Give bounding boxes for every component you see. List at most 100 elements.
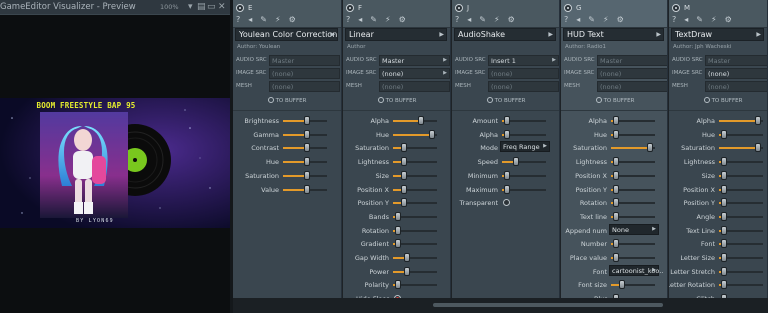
slider-knob[interactable] [395, 239, 401, 248]
param-select[interactable]: Freq Range ▶ [500, 141, 550, 152]
zoom-level[interactable]: 100% [160, 3, 179, 11]
slider-knob[interactable] [721, 171, 727, 180]
slider-knob[interactable] [404, 267, 410, 276]
slider-knob[interactable] [613, 171, 619, 180]
plugin-name-select[interactable]: HUD Text ▶ [563, 28, 664, 41]
wrench-icon[interactable]: ✎ [370, 15, 377, 25]
slider-knob[interactable] [613, 239, 619, 248]
slider-knob[interactable] [418, 116, 424, 125]
scrollbar-thumb[interactable] [433, 303, 663, 307]
plugin-name-select[interactable]: AudioShake ▶ [454, 28, 556, 41]
image-src-select[interactable]: (none) ▶ [379, 68, 450, 79]
wrench-icon[interactable]: ✎ [479, 15, 486, 25]
audio-src-select[interactable]: Master [269, 55, 340, 66]
settings-icon[interactable]: ⚙ [399, 15, 406, 25]
help-icon[interactable]: ? [346, 15, 350, 25]
slider-knob[interactable] [721, 280, 727, 289]
slider-knob[interactable] [504, 185, 510, 194]
plugin-name-select[interactable]: Linear ▶ [345, 28, 447, 41]
slider-knob[interactable] [395, 280, 401, 289]
minimize-icon[interactable]: ▭ [207, 2, 216, 12]
param-select[interactable]: cartoonist_koo.. ▶ [609, 265, 663, 276]
preset-icon[interactable]: ◂ [358, 15, 362, 25]
slider-knob[interactable] [721, 253, 727, 262]
enable-radio[interactable] [564, 3, 572, 12]
slider-knob[interactable] [613, 253, 619, 262]
slider-knob[interactable] [647, 143, 653, 152]
slider-knob[interactable] [613, 130, 619, 139]
slider-knob[interactable] [613, 116, 619, 125]
mesh-select[interactable]: (none) [597, 81, 667, 92]
dropdown-icon[interactable]: ▾ [188, 2, 193, 12]
slider-knob[interactable] [613, 185, 619, 194]
settings-icon[interactable]: ⚙ [617, 15, 624, 25]
slider-knob[interactable] [304, 116, 310, 125]
wrench-icon[interactable]: ✎ [588, 15, 595, 25]
enable-radio[interactable] [672, 3, 680, 12]
audio-src-select[interactable]: Master ▶ [379, 55, 450, 66]
slider-knob[interactable] [404, 253, 410, 262]
slider-knob[interactable] [304, 185, 310, 194]
menu-icon[interactable]: ▤ [197, 2, 206, 12]
slider-knob[interactable] [504, 171, 510, 180]
slider-knob[interactable] [401, 185, 407, 194]
wrench-icon[interactable]: ✎ [696, 15, 703, 25]
slider-knob[interactable] [721, 239, 727, 248]
slider-knob[interactable] [401, 157, 407, 166]
settings-icon[interactable]: ⚙ [289, 15, 296, 25]
mesh-select[interactable]: (none) [705, 81, 767, 92]
param-toggle[interactable] [503, 199, 510, 206]
slider-knob[interactable] [613, 212, 619, 221]
slider-knob[interactable] [429, 130, 435, 139]
slider-knob[interactable] [613, 198, 619, 207]
plugin-name-select[interactable]: TextDraw ▶ [671, 28, 764, 41]
slider-knob[interactable] [401, 198, 407, 207]
slider-knob[interactable] [401, 171, 407, 180]
slider-knob[interactable] [721, 212, 727, 221]
slider-knob[interactable] [504, 130, 510, 139]
preview-canvas[interactable] [0, 98, 230, 228]
slider-knob[interactable] [395, 212, 401, 221]
enable-radio[interactable] [346, 3, 354, 12]
slider-knob[interactable] [721, 198, 727, 207]
help-icon[interactable]: ? [672, 15, 676, 25]
settings-icon[interactable]: ⚙ [508, 15, 515, 25]
to-buffer-toggle[interactable]: TO BUFFER [233, 97, 341, 107]
slider-knob[interactable] [721, 185, 727, 194]
wrench-icon[interactable]: ✎ [260, 15, 267, 25]
slider-knob[interactable] [395, 226, 401, 235]
mesh-select[interactable]: (none) [379, 81, 450, 92]
to-buffer-toggle[interactable]: TO BUFFER [452, 97, 559, 107]
preset-icon[interactable]: ◂ [248, 15, 252, 25]
audio-src-select[interactable]: Master [597, 55, 667, 66]
slider-knob[interactable] [304, 130, 310, 139]
slider-knob[interactable] [513, 157, 519, 166]
slider-knob[interactable] [304, 171, 310, 180]
slider-knob[interactable] [613, 157, 619, 166]
enable-radio[interactable] [455, 3, 463, 12]
preview-title-bar[interactable]: GameEditor Visualizer - Preview 100% ▾ ▤… [0, 0, 230, 15]
preset-icon[interactable]: ◂ [684, 15, 688, 25]
image-src-select[interactable]: (none) [597, 68, 667, 79]
horizontal-scrollbar[interactable] [233, 298, 768, 313]
close-icon[interactable]: ✕ [218, 2, 226, 12]
mesh-select[interactable]: (none) [488, 81, 559, 92]
plugin-name-select[interactable]: Youlean Color Correction ▶ [235, 28, 338, 41]
slider-knob[interactable] [721, 226, 727, 235]
audio-src-select[interactable]: Master [705, 55, 767, 66]
bolt-icon[interactable]: ⚡ [603, 15, 609, 25]
slider-knob[interactable] [304, 143, 310, 152]
slider-knob[interactable] [401, 143, 407, 152]
param-select[interactable]: None ▶ [609, 224, 659, 235]
slider-knob[interactable] [721, 267, 727, 276]
slider-knob[interactable] [619, 280, 625, 289]
to-buffer-toggle[interactable]: TO BUFFER [669, 97, 767, 107]
help-icon[interactable]: ? [564, 15, 568, 25]
image-src-select[interactable]: (none) [269, 68, 340, 79]
image-src-select[interactable]: (none) ▶ [705, 68, 767, 79]
to-buffer-toggle[interactable]: TO BUFFER [343, 97, 450, 107]
slider-knob[interactable] [721, 157, 727, 166]
bolt-icon[interactable]: ⚡ [494, 15, 500, 25]
to-buffer-toggle[interactable]: TO BUFFER [561, 97, 667, 107]
audio-src-select[interactable]: Insert 1 ▶ [488, 55, 559, 66]
